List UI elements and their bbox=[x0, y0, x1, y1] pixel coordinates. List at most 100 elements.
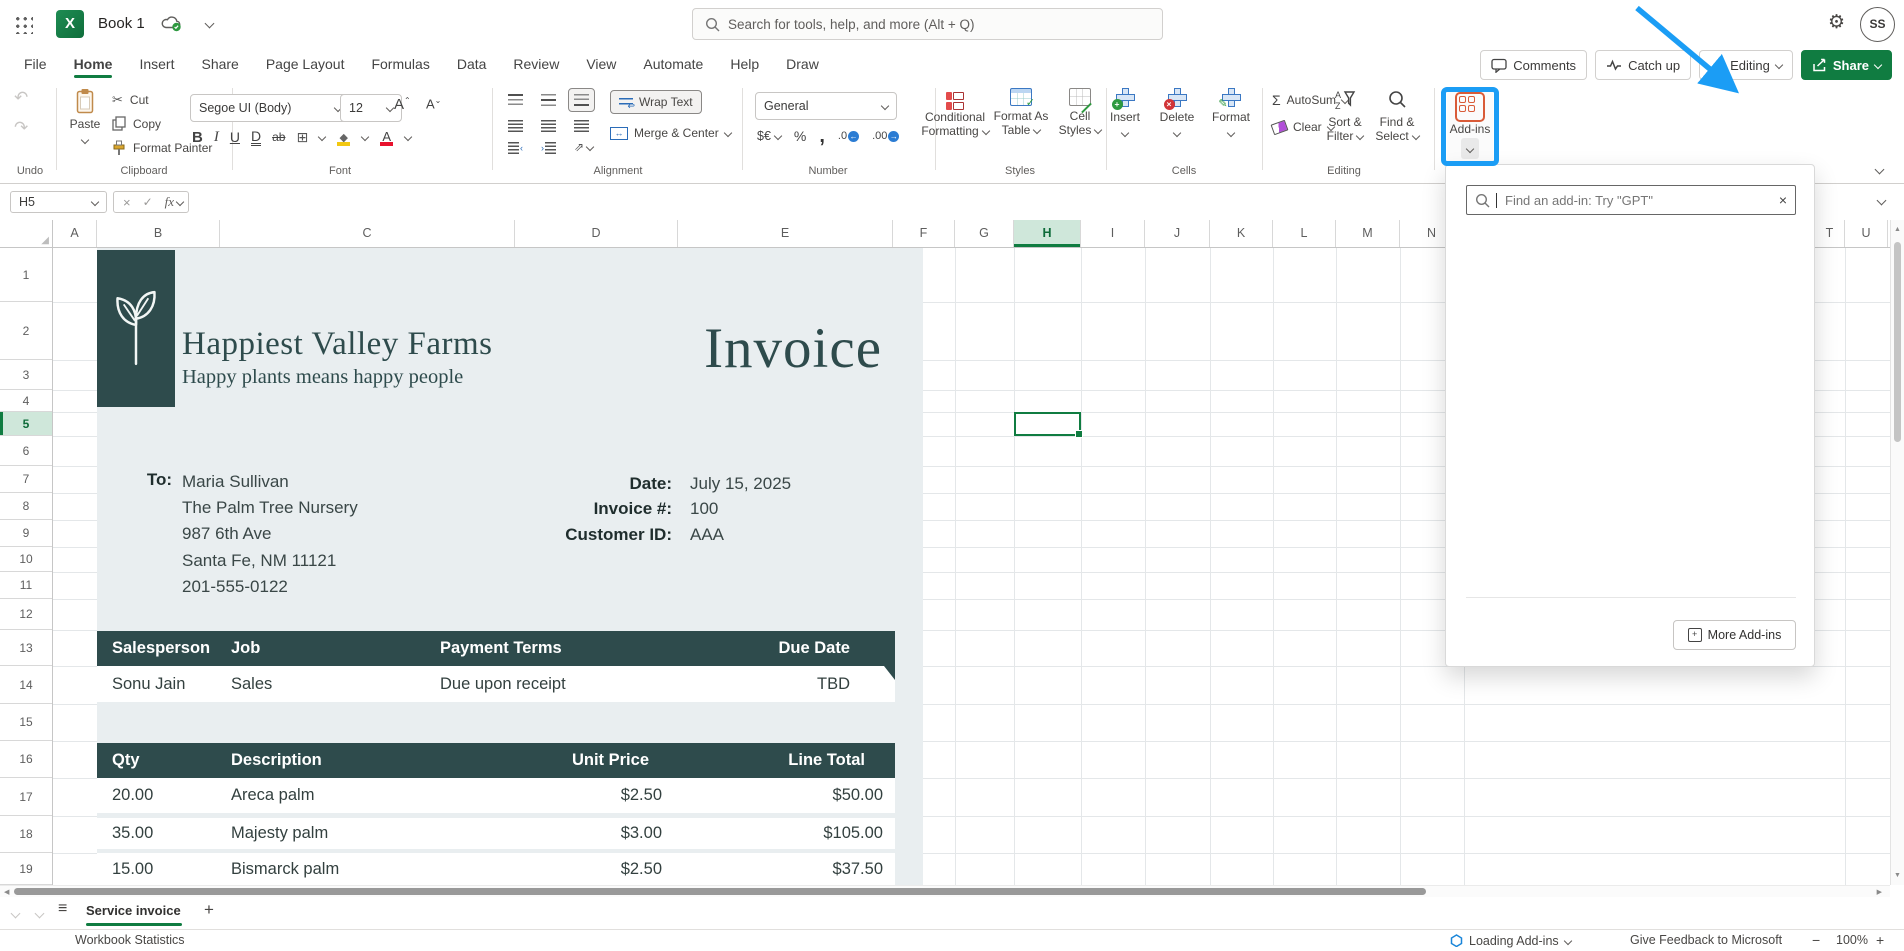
merge-center-button[interactable]: ↔ Merge & Center bbox=[610, 126, 731, 140]
menu-item-home[interactable]: Home bbox=[74, 49, 113, 79]
format-cells-button[interactable]: ✎ Format bbox=[1202, 88, 1260, 139]
row-header-7[interactable]: 7 bbox=[0, 466, 52, 493]
insert-cells-button[interactable]: + Insert bbox=[1096, 88, 1154, 139]
number-format-select[interactable]: General bbox=[755, 92, 897, 120]
menu-item-help[interactable]: Help bbox=[730, 49, 759, 79]
shrink-font-button[interactable]: A⌄ bbox=[426, 96, 441, 111]
zoom-level[interactable]: 100% bbox=[1836, 930, 1868, 951]
borders-button[interactable]: ⊞ bbox=[296, 129, 308, 146]
menu-item-share[interactable]: Share bbox=[201, 49, 238, 79]
row-header-16[interactable]: 16 bbox=[0, 741, 52, 778]
column-header-k[interactable]: K bbox=[1210, 220, 1273, 247]
comma-format-button[interactable]: , bbox=[819, 131, 825, 141]
top-align-button[interactable] bbox=[508, 94, 523, 106]
row-header-11[interactable]: 11 bbox=[0, 572, 52, 599]
bottom-align-button[interactable] bbox=[568, 88, 595, 112]
excel-logo[interactable]: X bbox=[56, 10, 84, 38]
percent-format-button[interactable]: % bbox=[794, 128, 806, 144]
name-box[interactable]: H5 bbox=[10, 191, 107, 213]
grow-font-button[interactable]: A⌃ bbox=[394, 96, 411, 113]
underline-button[interactable]: U bbox=[230, 129, 240, 145]
clear-search-icon[interactable]: × bbox=[1779, 192, 1787, 208]
paste-button[interactable]: Paste bbox=[62, 86, 108, 158]
column-header-b[interactable]: B bbox=[97, 220, 220, 247]
row-header-18[interactable]: 18 bbox=[0, 816, 52, 853]
copy-button[interactable]: Copy bbox=[112, 116, 161, 131]
double-underline-button[interactable]: D bbox=[251, 129, 261, 146]
column-header-i[interactable]: I bbox=[1081, 220, 1145, 247]
vertical-scrollbar[interactable]: ▲ ▼ bbox=[1890, 220, 1904, 885]
wrap-text-button[interactable]: ↩ Wrap Text bbox=[610, 90, 702, 114]
settings-gear-icon[interactable]: ⚙ bbox=[1828, 11, 1845, 34]
formula-bar-expand-chevron-icon[interactable] bbox=[1877, 196, 1887, 206]
row-header-4[interactable]: 4 bbox=[0, 390, 52, 412]
fill-color-chevron-icon[interactable] bbox=[361, 133, 369, 141]
cancel-entry-button[interactable]: × bbox=[123, 195, 131, 210]
menu-item-view[interactable]: View bbox=[586, 49, 616, 79]
row-header-12[interactable]: 12 bbox=[0, 599, 52, 630]
row-header-9[interactable]: 9 bbox=[0, 520, 52, 547]
column-header-u[interactable]: U bbox=[1845, 220, 1888, 247]
row-header-8[interactable]: 8 bbox=[0, 493, 52, 520]
column-header-d[interactable]: D bbox=[515, 220, 678, 247]
align-left-button[interactable] bbox=[508, 120, 523, 132]
row-header-13[interactable]: 13 bbox=[0, 630, 52, 666]
column-header-l[interactable]: L bbox=[1273, 220, 1336, 247]
prev-sheet-chevron-icon[interactable] bbox=[12, 905, 19, 920]
fill-color-button[interactable]: ◆ bbox=[336, 129, 351, 146]
column-header-t[interactable]: T bbox=[1815, 220, 1845, 247]
row-header-6[interactable]: 6 bbox=[0, 436, 52, 466]
font-name-select[interactable]: Segoe UI (Body) bbox=[190, 94, 350, 122]
scroll-up-icon[interactable]: ▲ bbox=[1894, 226, 1901, 233]
bold-button[interactable]: B bbox=[192, 129, 203, 146]
comments-button[interactable]: Comments bbox=[1480, 50, 1587, 80]
add-in-search-input[interactable] bbox=[1503, 192, 1773, 209]
delete-cells-button[interactable]: × Delete bbox=[1148, 88, 1206, 139]
row-header-10[interactable]: 10 bbox=[0, 547, 52, 572]
middle-align-button[interactable] bbox=[541, 94, 556, 106]
increase-indent-button[interactable]: › bbox=[541, 142, 556, 154]
share-button[interactable]: Share bbox=[1801, 50, 1892, 80]
align-right-button[interactable] bbox=[574, 120, 589, 132]
menu-item-insert[interactable]: Insert bbox=[139, 49, 174, 79]
find-select-button[interactable]: Find & Select bbox=[1368, 88, 1426, 143]
undo-button[interactable]: ↶ bbox=[14, 88, 28, 108]
italic-button[interactable]: I bbox=[214, 129, 219, 146]
font-color-chevron-icon[interactable] bbox=[404, 133, 412, 141]
strikethrough-button[interactable]: ab bbox=[272, 130, 285, 144]
align-center-button[interactable] bbox=[541, 120, 556, 132]
menu-item-review[interactable]: Review bbox=[513, 49, 559, 79]
format-as-table-button[interactable]: ✓ Format As Table bbox=[983, 88, 1059, 137]
column-header-j[interactable]: J bbox=[1145, 220, 1210, 247]
row-header-5[interactable]: 5 bbox=[0, 412, 52, 436]
selected-cell-h5[interactable] bbox=[1014, 412, 1081, 436]
row-header-19[interactable]: 19 bbox=[0, 853, 52, 885]
zoom-out-button[interactable]: − bbox=[1812, 930, 1820, 951]
horizontal-scrollbar[interactable]: ◀ ▶ bbox=[0, 885, 1890, 897]
row-header-1[interactable]: 1 bbox=[0, 248, 52, 302]
more-add-ins-button[interactable]: + More Add-ins bbox=[1673, 620, 1796, 650]
next-sheet-chevron-icon[interactable] bbox=[36, 905, 43, 920]
orientation-button[interactable]: ⇗ bbox=[574, 140, 593, 154]
sheet-list-menu-icon[interactable]: ≡ bbox=[58, 900, 67, 918]
font-color-button[interactable]: A bbox=[379, 129, 394, 146]
confirm-entry-button[interactable]: ✓ bbox=[143, 195, 153, 209]
document-title[interactable]: Book 1 bbox=[98, 0, 145, 48]
workbook-statistics-button[interactable]: Workbook Statistics bbox=[75, 930, 185, 951]
menu-item-draw[interactable]: Draw bbox=[786, 49, 819, 79]
decrease-indent-button[interactable]: ‹ bbox=[508, 142, 523, 154]
row-header-17[interactable]: 17 bbox=[0, 778, 52, 816]
borders-chevron-icon[interactable] bbox=[318, 133, 326, 141]
font-size-select[interactable]: 12 bbox=[340, 94, 402, 122]
global-search[interactable]: Search for tools, help, and more (Alt + … bbox=[692, 8, 1163, 40]
menu-item-page-layout[interactable]: Page Layout bbox=[266, 49, 345, 79]
row-header-15[interactable]: 15 bbox=[0, 704, 52, 741]
scroll-down-icon[interactable]: ▼ bbox=[1894, 872, 1901, 879]
insert-function-button[interactable]: fx bbox=[165, 194, 183, 210]
cut-button[interactable]: ✂Cut bbox=[112, 92, 149, 108]
column-header-a[interactable]: A bbox=[53, 220, 97, 247]
feedback-link[interactable]: Give Feedback to Microsoft bbox=[1630, 930, 1782, 951]
column-header-c[interactable]: C bbox=[220, 220, 515, 247]
app-launcher-waffle-icon[interactable] bbox=[14, 15, 33, 34]
row-header-2[interactable]: 2 bbox=[0, 302, 52, 360]
